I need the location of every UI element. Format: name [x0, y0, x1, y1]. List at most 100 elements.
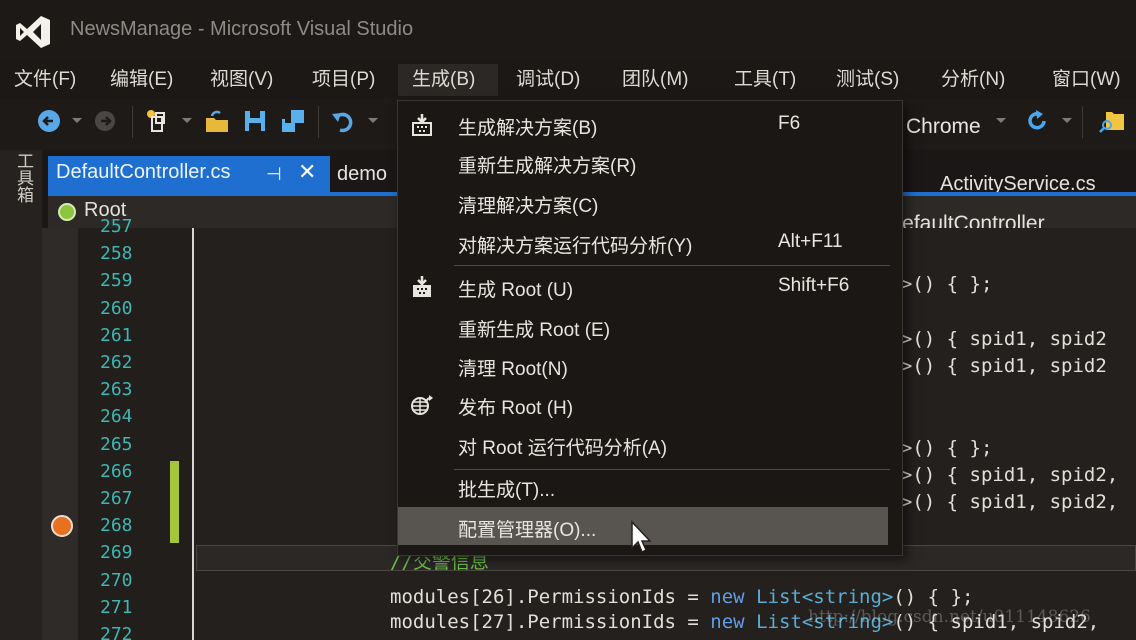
line-number: 257	[100, 216, 133, 237]
save-all-icon[interactable]	[280, 108, 306, 134]
menu-bar: 文件(F) 编辑(E) 视图(V) 项目(P) 生成(B) 调试(D) 团队(M…	[0, 58, 1136, 98]
line-number: 262	[100, 352, 133, 373]
menu-item-build-solution[interactable]: 生成解决方案(B) F6	[398, 105, 902, 143]
tab-default-controller[interactable]: DefaultController.cs ⊣ ✕	[48, 156, 330, 192]
indicator-margin[interactable]	[42, 228, 78, 640]
visual-studio-logo-icon	[16, 16, 50, 48]
back-dropdown-icon[interactable]	[72, 118, 82, 123]
menu-analyze[interactable]: 分析(N)	[935, 64, 1011, 96]
menu-view[interactable]: 视图(V)	[204, 64, 279, 96]
menu-item-label: 批生成(T)...	[458, 480, 556, 501]
line-number: 260	[100, 297, 133, 319]
back-icon[interactable]	[36, 108, 62, 134]
code-type: List<string>	[744, 586, 894, 608]
gutter-divider	[192, 228, 194, 640]
menu-item-label: 配置管理器(O)...	[458, 520, 597, 541]
menu-item-label: 生成 Root (U)	[458, 280, 574, 301]
menu-tools[interactable]: 工具(T)	[728, 64, 802, 96]
shortcut-label: Alt+F11	[778, 231, 843, 252]
code-fragment: ng>() { spid1, spid2	[878, 327, 1107, 350]
code-text: modules[27].PermissionIds =	[390, 611, 711, 633]
watermark: http://blog.csdn.net/u011148626	[808, 607, 1091, 627]
code-line-26: modules[26].PermissionIds = new List<str…	[390, 586, 973, 608]
mouse-cursor-icon	[631, 520, 652, 554]
menu-test[interactable]: 测试(S)	[830, 64, 905, 96]
menu-item-publish-root[interactable]: 发布 Root (H)	[398, 385, 902, 423]
menu-item-rebuild-root[interactable]: 重新生成 Root (E)	[398, 307, 902, 345]
close-icon[interactable]: ✕	[298, 160, 316, 185]
line-number: 269	[100, 542, 133, 564]
toolbar-separator	[1082, 106, 1083, 138]
menu-item-analyze-solution[interactable]: 对解决方案运行代码分析(Y) Alt+F11	[398, 223, 902, 261]
build-project-icon	[413, 276, 431, 297]
line-number: 270	[100, 569, 133, 591]
line-number: 263	[100, 379, 133, 401]
code-keyword: new	[710, 586, 745, 608]
code-text: () { };	[893, 586, 974, 608]
window-title: NewsManage - Microsoft Visual Studio	[70, 18, 414, 40]
shortcut-label: F6	[778, 113, 801, 134]
open-folder-icon[interactable]	[204, 108, 230, 134]
line-number-gutter	[78, 228, 193, 640]
menu-debug[interactable]: 调试(D)	[510, 64, 586, 96]
menu-item-label: 清理 Root(N)	[458, 359, 568, 380]
publish-web-icon	[411, 395, 433, 415]
line-number: 264	[100, 406, 133, 428]
toolbar-separator	[318, 106, 319, 138]
menu-item-label: 重新生成 Root (E)	[458, 320, 611, 341]
menu-team[interactable]: 团队(M)	[616, 64, 694, 96]
browser-dropdown-icon[interactable]	[996, 118, 1006, 123]
find-in-files-icon[interactable]	[1098, 108, 1124, 134]
menu-file[interactable]: 文件(F)	[8, 64, 82, 96]
menu-item-clean-root[interactable]: 清理 Root(N)	[398, 346, 902, 384]
build-menu-dropdown: 生成解决方案(B) F6 重新生成解决方案(R) 清理解决方案(C) 对解决方案…	[397, 100, 903, 556]
new-project-icon[interactable]	[144, 108, 170, 134]
menu-item-build-root[interactable]: 生成 Root (U) Shift+F6	[398, 267, 902, 305]
code-text: modules[26].PermissionIds =	[390, 586, 711, 608]
menu-item-label: 重新生成解决方案(R)	[458, 156, 637, 177]
menu-project[interactable]: 项目(P)	[306, 64, 381, 96]
line-number: 268	[100, 515, 133, 537]
title-bar: NewsManage - Microsoft Visual Studio	[0, 0, 1136, 58]
menu-item-rebuild-solution[interactable]: 重新生成解决方案(R)	[398, 143, 902, 181]
line-number: 272	[100, 624, 133, 640]
save-icon[interactable]	[242, 108, 268, 134]
line-number: 271	[100, 596, 133, 618]
menu-item-label: 对 Root 运行代码分析(A)	[458, 438, 668, 459]
shortcut-label: Shift+F6	[778, 275, 850, 296]
code-fragment: ng>() { spid1, spid2	[878, 355, 1107, 377]
menu-item-label: 对解决方案运行代码分析(Y)	[458, 236, 693, 257]
tab-demo[interactable]: demo	[337, 163, 387, 186]
breakpoint-icon[interactable]	[51, 515, 73, 537]
undo-icon[interactable]	[330, 108, 356, 134]
toolbox-tab[interactable]: 工具箱	[10, 152, 33, 203]
menu-window[interactable]: 窗口(W)	[1046, 64, 1127, 96]
menu-build[interactable]: 生成(B)	[398, 64, 498, 96]
refresh-dropdown-icon[interactable]	[1062, 118, 1072, 123]
change-tracking-bar	[170, 461, 179, 543]
project-globe-icon	[58, 203, 76, 221]
forward-icon[interactable]	[92, 108, 118, 134]
menu-item-batch-build[interactable]: 批生成(T)...	[398, 467, 902, 505]
refresh-icon[interactable]	[1024, 108, 1050, 134]
line-number: 259	[100, 270, 133, 292]
line-number: 261	[100, 324, 133, 346]
menu-item-label: 清理解决方案(C)	[458, 196, 599, 217]
undo-dropdown-icon[interactable]	[368, 118, 378, 123]
build-solution-icon	[412, 114, 432, 136]
line-number: 265	[100, 433, 133, 455]
toolbar-separator	[132, 106, 133, 138]
line-number: 266	[100, 460, 133, 482]
menu-item-label: 生成解决方案(B)	[458, 118, 598, 139]
toolbox-strip	[0, 150, 42, 640]
menu-item-clean-solution[interactable]: 清理解决方案(C)	[398, 183, 902, 221]
browser-select[interactable]: Chrome	[906, 115, 981, 139]
pin-icon[interactable]: ⊣	[266, 164, 282, 185]
menu-item-analyze-root[interactable]: 对 Root 运行代码分析(A)	[398, 425, 902, 463]
new-project-dropdown-icon[interactable]	[182, 118, 192, 123]
line-number: 258	[100, 243, 133, 265]
code-fragment: ng>() { spid1, spid2,	[878, 491, 1119, 513]
menu-item-label: 发布 Root (H)	[458, 398, 574, 419]
menu-edit[interactable]: 编辑(E)	[104, 64, 179, 96]
line-number: 267	[100, 488, 133, 509]
